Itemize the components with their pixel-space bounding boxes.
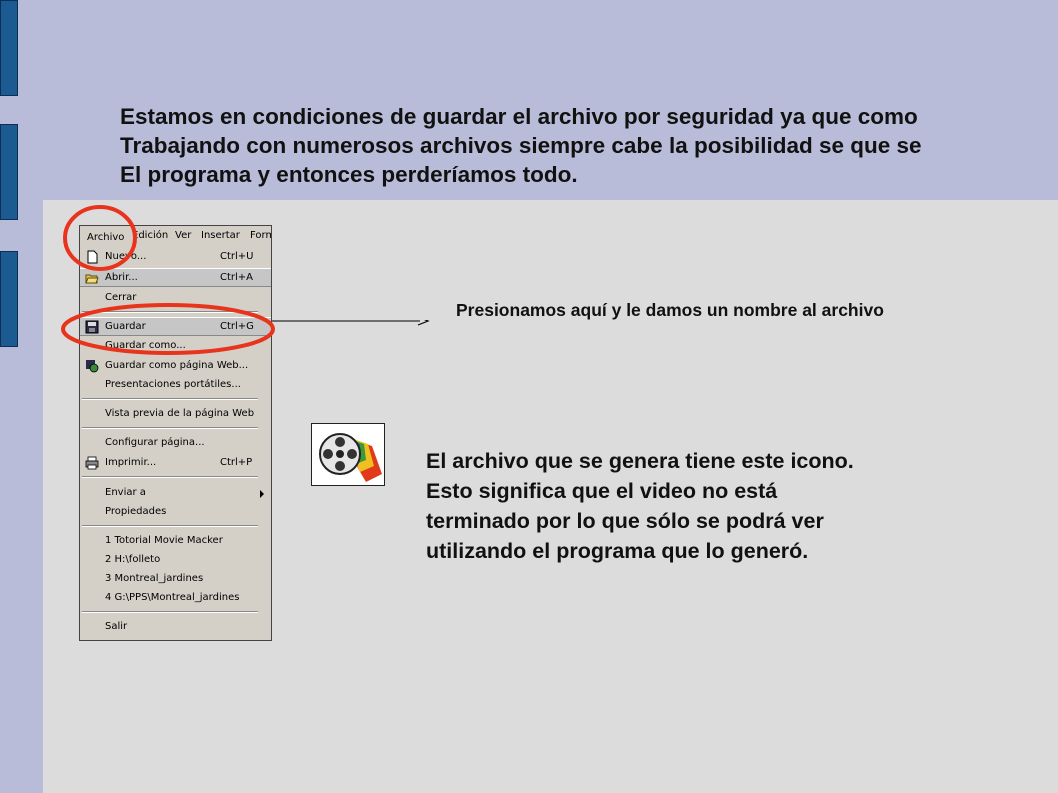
menu-item-label: Guardar como página Web... xyxy=(105,360,249,371)
file-menu-dropdown: Nuevo... Ctrl+U Abrir... Ctrl+A Cerrar G… xyxy=(80,248,271,640)
menu-item-abrir[interactable]: Abrir... Ctrl+A xyxy=(80,268,271,287)
description-line-1: El archivo que se genera tiene este icon… xyxy=(426,449,854,473)
menu-separator xyxy=(82,476,258,478)
menu-item-label: Guardar como... xyxy=(105,340,186,351)
menu-item-label: Salir xyxy=(105,621,128,632)
menu-item-label: 4 G:\PPS\Montreal_jardines xyxy=(105,592,240,603)
icon-description: El archivo que se genera tiene este icon… xyxy=(426,446,854,566)
slide-heading: Estamos en condiciones de guardar el arc… xyxy=(120,102,1058,189)
menu-item-shortcut: Ctrl+P xyxy=(220,457,253,468)
menu-item-guardar[interactable]: Guardar Ctrl+G xyxy=(80,317,271,336)
menu-item-label: Nuevo... xyxy=(105,251,147,262)
file-menu-screenshot: Archivo Edición Ver Insertar Form Nuevo.… xyxy=(79,225,272,641)
menu-item-recent-2[interactable]: 2 H:\folleto xyxy=(80,551,271,570)
menu-ver[interactable]: Ver xyxy=(175,230,191,241)
menu-separator xyxy=(82,525,258,527)
menu-archivo[interactable]: Archivo xyxy=(87,232,124,243)
menu-item-configurar[interactable]: Configurar página... xyxy=(80,434,271,453)
description-line-2: Esto significa que el video no está xyxy=(426,479,778,503)
menu-separator xyxy=(82,311,258,313)
menu-insertar[interactable]: Insertar xyxy=(201,230,240,241)
side-tab-1 xyxy=(0,0,18,96)
submenu-arrow-icon xyxy=(260,490,264,498)
menu-item-label: Cerrar xyxy=(105,292,137,303)
open-folder-icon xyxy=(85,274,99,284)
menu-item-cerrar[interactable]: Cerrar xyxy=(80,289,271,308)
menu-item-imprimir[interactable]: Imprimir... Ctrl+P xyxy=(80,454,271,473)
description-line-4: utilizando el programa que lo generó. xyxy=(426,539,809,563)
menu-item-nuevo[interactable]: Nuevo... Ctrl+U xyxy=(80,248,271,267)
menu-item-label: 3 Montreal_jardines xyxy=(105,573,204,584)
side-tab-2 xyxy=(0,124,18,220)
menu-item-guardar-web[interactable]: Guardar como página Web... xyxy=(80,357,271,376)
menu-formato[interactable]: Form xyxy=(250,230,271,241)
menu-item-propiedades[interactable]: Propiedades xyxy=(80,503,271,522)
menu-item-presentaciones[interactable]: Presentaciones portátiles... xyxy=(80,376,271,395)
menu-item-shortcut: Ctrl+U xyxy=(220,251,254,262)
heading-line-3: El programa y entonces perderíamos todo. xyxy=(120,162,578,187)
menu-item-label: Presentaciones portátiles... xyxy=(105,379,241,390)
film-reel-icon xyxy=(319,433,382,482)
printer-icon xyxy=(85,456,99,470)
menu-item-recent-4[interactable]: 4 G:\PPS\Montreal_jardines xyxy=(80,589,271,608)
menu-item-label: Vista previa de la página Web xyxy=(105,408,255,419)
heading-line-1: Estamos en condiciones de guardar el arc… xyxy=(120,104,918,129)
menu-separator xyxy=(82,427,258,429)
menu-item-guardar-como[interactable]: Guardar como... xyxy=(80,337,271,356)
menu-edicion[interactable]: Edición xyxy=(132,230,168,241)
movie-maker-project-icon xyxy=(311,423,385,486)
menu-item-recent-1[interactable]: 1 Totorial Movie Macker xyxy=(80,532,271,551)
menu-item-label: Imprimir... xyxy=(105,457,157,468)
menu-item-label: Enviar a xyxy=(105,487,146,498)
menu-item-label: 1 Totorial Movie Macker xyxy=(105,535,223,546)
menu-item-enviar[interactable]: Enviar a xyxy=(80,484,271,503)
menubar: Archivo Edición Ver Insertar Form xyxy=(80,226,271,248)
menu-item-shortcut: Ctrl+A xyxy=(220,272,254,283)
side-tab-3 xyxy=(0,251,18,347)
menu-item-label: Abrir... xyxy=(105,272,138,283)
new-document-icon xyxy=(87,250,98,264)
menu-item-label: Configurar página... xyxy=(105,437,205,448)
pointer-arrow xyxy=(272,320,430,326)
menu-separator xyxy=(82,398,258,400)
save-disk-icon xyxy=(85,320,99,334)
menu-item-label: Propiedades xyxy=(105,506,167,517)
description-line-3: terminado por lo que sólo se podrá ver xyxy=(426,509,824,533)
menu-item-label: Guardar xyxy=(105,321,146,332)
arrow-annotation: Presionamos aquí y le damos un nombre al… xyxy=(456,300,884,320)
heading-line-2: Trabajando con numerosos archivos siempr… xyxy=(120,133,922,158)
menu-item-shortcut: Ctrl+G xyxy=(220,321,254,332)
menu-item-salir[interactable]: Salir xyxy=(80,618,271,637)
menu-separator xyxy=(82,611,258,613)
save-web-icon xyxy=(86,360,99,373)
menu-item-label: 2 H:\folleto xyxy=(105,554,161,565)
menu-item-vista-previa[interactable]: Vista previa de la página Web xyxy=(80,405,271,424)
menu-item-recent-3[interactable]: 3 Montreal_jardines xyxy=(80,570,271,589)
